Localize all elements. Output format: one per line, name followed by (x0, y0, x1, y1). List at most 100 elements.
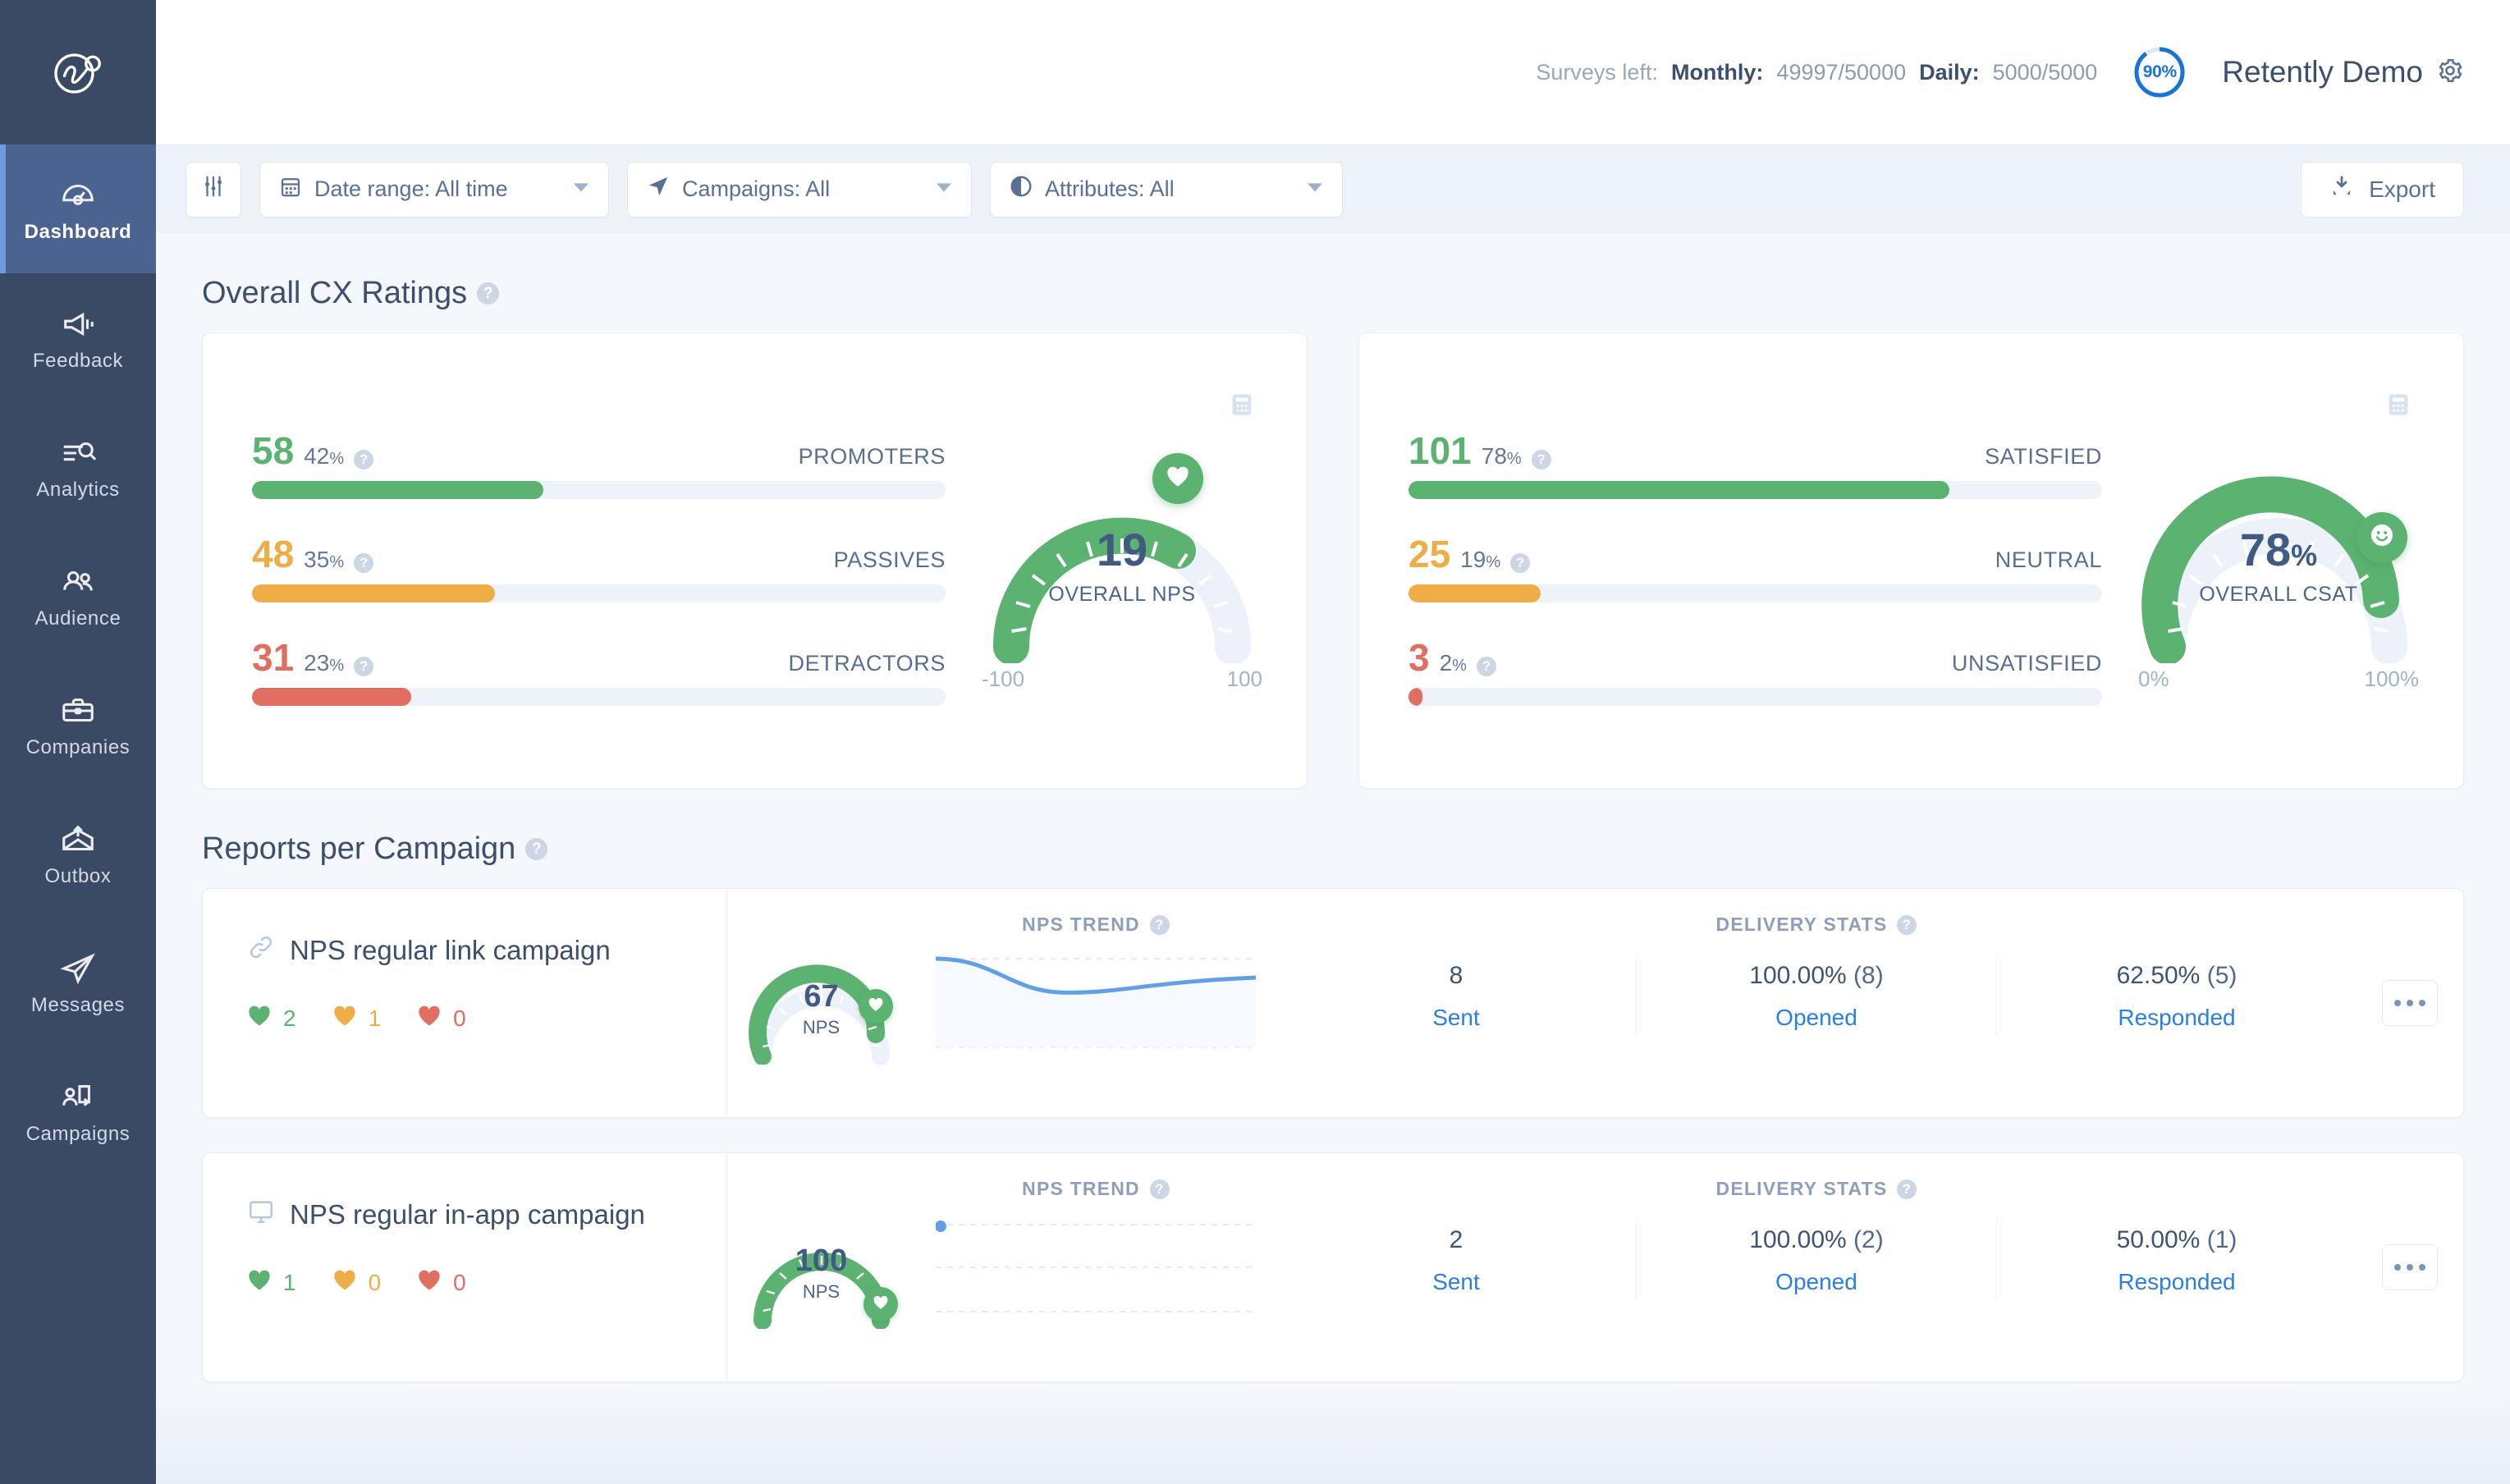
heart-icon (417, 1004, 442, 1033)
help-icon[interactable]: ? (1531, 450, 1551, 469)
retently-logo[interactable] (0, 0, 156, 144)
unsatisfied-percent: 2% (1439, 650, 1467, 676)
sidebar-item-feedback[interactable]: Feedback (0, 273, 156, 402)
monthly-value: 49997/50000 (1776, 59, 1907, 85)
detractor-heart-count: 0 (453, 1005, 466, 1031)
responded-label[interactable]: Responded (1997, 1269, 2357, 1295)
gear-icon[interactable] (2436, 57, 2464, 89)
download-icon (2329, 174, 2354, 204)
account-menu[interactable]: Retently Demo (2222, 55, 2464, 89)
overall-nps-value: 19 (1096, 523, 1148, 575)
sidebar-item-outbox[interactable]: Outbox (0, 789, 156, 918)
unsatisfied-label: UNSATISFIED (1951, 651, 2102, 676)
sidebar-item-companies[interactable]: Companies (0, 660, 156, 789)
help-icon[interactable]: ? (1897, 1179, 1917, 1199)
help-icon[interactable]: ? (354, 657, 374, 676)
campaign-title[interactable]: NPS regular in-app campaign (247, 1198, 726, 1232)
delivery-stats-row: 8 Sent 100.00% (8) Opened 62.50% (5) Res… (1276, 954, 2357, 1036)
sent-label[interactable]: Sent (1276, 1005, 1636, 1031)
date-range-filter[interactable]: Date range: All time (259, 161, 609, 218)
help-icon[interactable]: ? (1897, 914, 1917, 935)
opened-label[interactable]: Opened (1637, 1269, 1996, 1295)
delivery-stats-label: DELIVERY STATS (1715, 914, 1888, 935)
sidebar-item-audience[interactable]: Audience (0, 531, 156, 660)
campaign-row[interactable]: NPS regular link campaign 2 1 0 67 NPS N… (202, 888, 2464, 1118)
help-icon[interactable]: ? (1510, 553, 1531, 573)
help-icon[interactable]: ? (354, 450, 374, 469)
filter-settings-button[interactable] (186, 161, 241, 218)
quota-ring[interactable]: 90% (2133, 46, 2186, 98)
campaigns-filter[interactable]: Campaigns: All (627, 161, 972, 218)
campaign-nps-gauge-col: 67 NPS (726, 889, 915, 1117)
campaign-nps-value: 100 (795, 1244, 848, 1278)
ellipsis-icon[interactable] (2382, 980, 2438, 1026)
responded-label[interactable]: Responded (1997, 1005, 2357, 1031)
nps-trend-header: NPS TREND ? (1022, 914, 1170, 936)
campaign-nps-gauge: 100 NPS (740, 1206, 904, 1329)
sent-label[interactable]: Sent (1276, 1269, 1636, 1295)
delivery-stats-label: DELIVERY STATS (1715, 1178, 1888, 1199)
responded-value: 62.50% (5) (2116, 962, 2237, 989)
promoter-heart-count: 1 (283, 1269, 296, 1295)
csat-bar-unsatisfied: 3 2% ? UNSATISFIED (1408, 639, 2102, 706)
calculator-icon[interactable] (2384, 391, 2412, 423)
nps-gauge-center: 19 OVERALL NPS (970, 523, 1274, 607)
overall-cx-ratings-title: Overall CX Ratings ? (202, 276, 2464, 311)
unsatisfied-count: 3 (1408, 636, 1430, 679)
progress-track (1408, 481, 2102, 499)
detractor-heart: 0 (417, 1268, 466, 1297)
help-icon[interactable]: ? (354, 553, 374, 573)
pie-icon (1009, 174, 1033, 204)
export-button[interactable]: Export (2301, 161, 2464, 218)
stat-opened: 100.00% (2) Opened (1636, 1218, 1996, 1300)
main-area: Surveys left: Monthly: 49997/50000 Daily… (156, 0, 2510, 1484)
promoters-percent: 42% (304, 443, 345, 469)
nps-trend-label: NPS TREND (1022, 914, 1140, 935)
sidebar-item-campaigns[interactable]: Campaigns (0, 1047, 156, 1175)
sidebar-item-label: Companies (25, 735, 131, 758)
campaign-delivery-stats: DELIVERY STATS ? 8 Sent 100.00% (8) Open… (1276, 889, 2357, 1117)
sidebar-item-messages[interactable]: Messages (0, 918, 156, 1047)
campaign-nps-caption: NPS (802, 1281, 840, 1302)
chevron-down-icon (907, 176, 953, 202)
daily-label: Daily: (1919, 59, 1980, 85)
nps-bars: 58 42% ? PROMOTERS 48 35% ? PASSIVES 31 … (252, 369, 946, 763)
outbox-envelope-icon (59, 819, 97, 860)
sidebar-item-dashboard[interactable]: Dashboard (0, 144, 156, 273)
campaign-title[interactable]: NPS regular link campaign (247, 933, 726, 968)
detractors-label: DETRACTORS (788, 651, 946, 676)
help-icon[interactable]: ? (477, 282, 500, 305)
help-icon[interactable]: ? (525, 838, 548, 860)
campaign-row[interactable]: NPS regular in-app campaign 1 0 0 100 NP… (202, 1152, 2464, 1382)
sidebar-item-label: Dashboard (24, 220, 132, 243)
campaign-trend-col: NPS TREND ? (915, 1153, 1276, 1381)
attributes-filter[interactable]: Attributes: All (990, 161, 1343, 218)
neutral-count: 25 (1408, 533, 1451, 575)
sidebar-item-analytics[interactable]: Analytics (0, 402, 156, 531)
progress-fill (1408, 688, 1422, 706)
briefcase-icon (59, 690, 97, 731)
paper-plane-icon (646, 174, 671, 204)
promoter-heart: 1 (247, 1268, 296, 1297)
detractors-percent: 23% (304, 650, 345, 676)
sent-value: 2 (1449, 1226, 1463, 1253)
passives-label: PASSIVES (833, 547, 946, 572)
calculator-icon[interactable] (1228, 391, 1256, 423)
stat-sent: 8 Sent (1276, 954, 1636, 1036)
nps-scale-max: 100 (1226, 666, 1262, 691)
campaign-name: NPS regular in-app campaign (290, 1199, 645, 1230)
overall-nps-caption: OVERALL NPS (1048, 582, 1196, 606)
date-range-filter-label: Date range: All time (314, 176, 508, 201)
ellipsis-icon[interactable] (2382, 1244, 2438, 1290)
heart-icon (332, 1268, 357, 1297)
help-icon[interactable]: ? (1149, 1179, 1170, 1199)
help-icon[interactable]: ? (1476, 657, 1496, 676)
progress-track (252, 481, 946, 499)
megaphone-icon (59, 304, 97, 345)
nps-bar-promoters: 58 42% ? PROMOTERS (252, 432, 946, 499)
detractor-heart: 0 (417, 1004, 466, 1033)
help-icon[interactable]: ? (1149, 914, 1170, 935)
progress-track (1408, 584, 2102, 602)
opened-label[interactable]: Opened (1637, 1005, 1996, 1031)
passives-count: 48 (252, 533, 295, 575)
